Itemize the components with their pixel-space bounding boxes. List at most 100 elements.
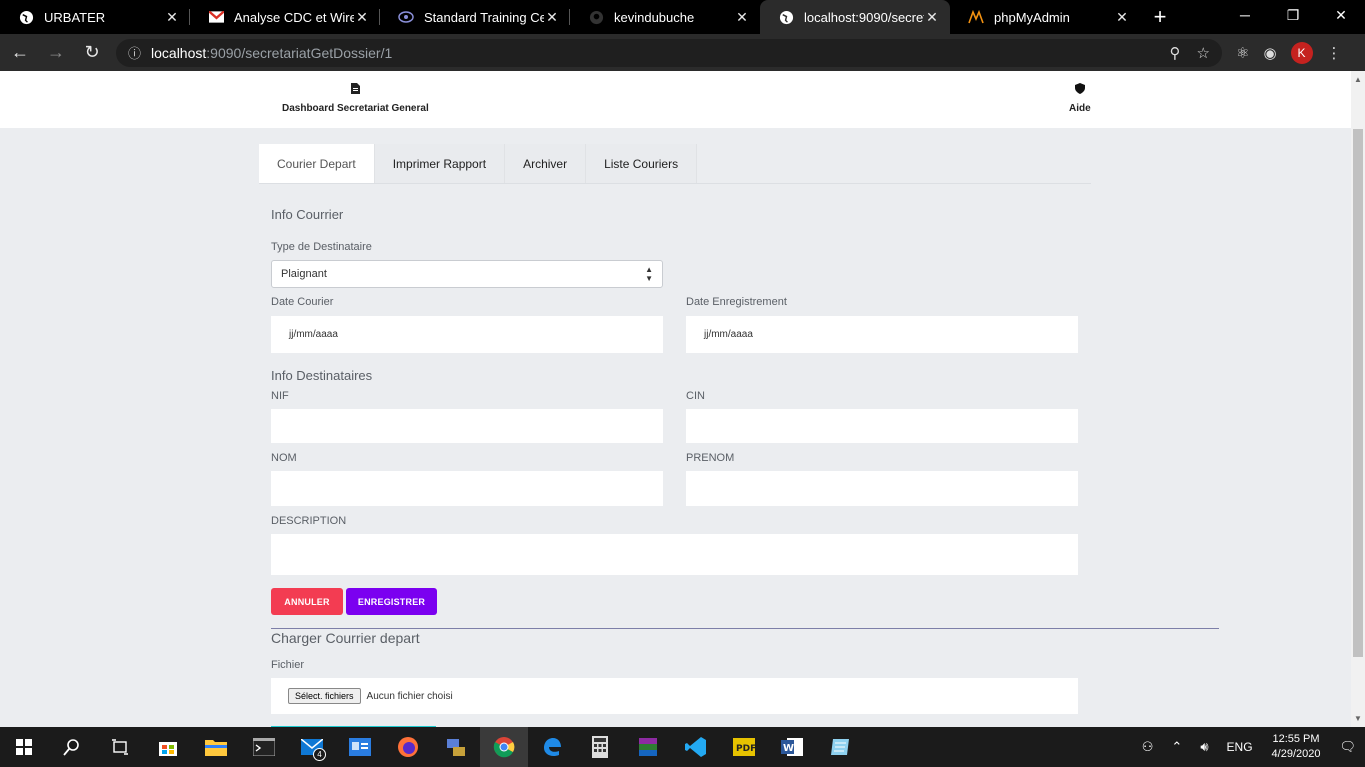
people-icon[interactable]: ⚇ — [1142, 739, 1154, 755]
select-arrows-icon: ▲ ▼ — [645, 265, 653, 283]
address-bar[interactable]: ⓘ localhost:9090/secretariatGetDossier/1… — [116, 38, 1222, 67]
site-info-icon[interactable]: ⓘ — [128, 43, 141, 62]
prenom-input[interactable] — [686, 471, 1078, 506]
description-label: DESCRIPTION — [271, 515, 347, 527]
chrome-icon[interactable] — [480, 727, 528, 767]
close-icon[interactable]: ✕ — [734, 9, 750, 26]
mail-icon[interactable]: 4 — [288, 727, 336, 767]
extensions-area: ⚛ ◉ K ⋮ — [1236, 41, 1342, 64]
browser-tab-phpmyadmin[interactable]: phpMyAdmin ✕ — [950, 0, 1140, 34]
phpmyadmin-icon — [968, 9, 984, 25]
svg-text:W: W — [783, 743, 794, 754]
nom-label: NOM — [271, 452, 297, 464]
page-scrollbar[interactable]: ▲ ▼ — [1351, 71, 1365, 727]
notepad-app-icon[interactable] — [816, 727, 864, 767]
tab-liste-couriers[interactable]: Liste Couriers — [586, 144, 698, 184]
tab-title: localhost:9090/secretar — [804, 9, 924, 25]
back-icon[interactable]: ← — [4, 37, 36, 69]
language-indicator[interactable]: ENG — [1227, 740, 1253, 754]
nif-input[interactable] — [271, 409, 663, 443]
windows-start-icon[interactable] — [0, 727, 48, 767]
browser-toolbar: ← → ↻ ⓘ localhost:9090/secretariatGetDos… — [0, 34, 1365, 71]
forward-icon[interactable]: → — [40, 37, 72, 69]
edge-icon[interactable] — [528, 727, 576, 767]
calculator-icon[interactable] — [576, 727, 624, 767]
nav-dashboard[interactable]: Dashboard Secretariat General — [282, 83, 429, 114]
clock[interactable]: 12:55 PM 4/29/2020 — [1272, 732, 1321, 762]
save-button[interactable]: ENREGISTRER — [346, 588, 437, 615]
contacts-app-icon[interactable] — [336, 727, 384, 767]
pdf-app-icon[interactable]: PDF — [720, 727, 768, 767]
cancel-button[interactable]: ANNULER — [271, 588, 343, 615]
nav-dashboard-label: Dashboard Secretariat General — [282, 103, 429, 114]
minimize-icon[interactable]: ─ — [1221, 0, 1269, 30]
nom-input[interactable] — [271, 471, 663, 506]
volume-icon[interactable]: 🔊︎ — [1200, 739, 1208, 755]
file-label: Fichier — [271, 659, 305, 671]
url-path: :9090/secretariatGetDossier/1 — [206, 44, 393, 61]
scroll-down-icon[interactable]: ▼ — [1354, 714, 1362, 723]
vscode-icon[interactable] — [672, 727, 720, 767]
section-info-destinataires: Info Destinataires — [271, 368, 373, 383]
react-devtools-icon[interactable]: ⚛ — [1236, 44, 1249, 62]
browser-tab-urbater[interactable]: URBATER ✕ — [0, 0, 190, 34]
browser-tab-gmail[interactable]: Analyse CDC et Wirefra ✕ — [190, 0, 380, 34]
close-window-icon[interactable]: ✕ — [1317, 0, 1365, 30]
file-explorer-icon[interactable] — [192, 727, 240, 767]
close-icon[interactable]: ✕ — [544, 9, 560, 26]
profile-avatar[interactable]: K — [1290, 41, 1313, 64]
file-status: Aucun fichier choisi — [366, 690, 453, 702]
restore-icon[interactable]: ❐ — [1269, 0, 1317, 30]
close-icon[interactable]: ✕ — [164, 9, 180, 26]
date-enregistrement-placeholder: jj/mm/aaaa — [704, 329, 753, 340]
github-icon — [588, 9, 604, 25]
notifications-icon[interactable]: 🗨︎ — [1339, 739, 1356, 755]
page-tabs: Courier Depart Imprimer Rapport Archiver… — [259, 144, 698, 184]
tab-imprimer-rapport[interactable]: Imprimer Rapport — [374, 144, 506, 184]
globe-icon — [18, 9, 34, 25]
browser-tab-localhost[interactable]: localhost:9090/secretar ✕ — [760, 0, 950, 34]
nav-help-label: Aide — [1069, 103, 1091, 114]
winrar-icon[interactable] — [624, 727, 672, 767]
extension-icon[interactable]: ◉ — [1263, 44, 1276, 62]
date-enregistrement-input[interactable]: jj/mm/aaaa — [686, 316, 1078, 353]
bookmark-star-icon[interactable]: ☆ — [1197, 44, 1210, 62]
type-destinataire-value: Plaignant — [281, 268, 327, 280]
tab-title: Standard Training Cente — [424, 9, 544, 25]
date-courier-input[interactable]: jj/mm/aaaa — [271, 316, 663, 353]
tab-title: Analyse CDC et Wirefra — [234, 9, 354, 25]
firefox-icon[interactable] — [384, 727, 432, 767]
reload-icon[interactable]: ↻ — [76, 37, 108, 69]
search-icon[interactable] — [48, 727, 96, 767]
zoom-icon[interactable]: ⚲ — [1170, 44, 1181, 62]
mail-badge: 4 — [313, 748, 326, 761]
scrollbar-thumb[interactable] — [1353, 129, 1363, 657]
close-icon[interactable]: ✕ — [924, 9, 940, 26]
tab-title: kevindubuche — [614, 9, 695, 25]
file-input[interactable]: Sélect. fichiers Aucun fichier choisi — [271, 678, 1078, 714]
section-info-courrier: Info Courrier — [271, 207, 344, 222]
type-destinataire-label: Type de Destinataire — [271, 241, 372, 253]
browser-tab-training[interactable]: Standard Training Cente ✕ — [380, 0, 570, 34]
store-icon[interactable] — [144, 727, 192, 767]
description-input[interactable] — [271, 534, 1078, 575]
word-icon[interactable]: W — [768, 727, 816, 767]
scroll-up-icon[interactable]: ▲ — [1354, 75, 1362, 84]
shield-icon — [1069, 83, 1091, 97]
new-tab-button[interactable]: + — [1140, 0, 1180, 34]
nav-help[interactable]: Aide — [1069, 83, 1091, 114]
tab-archiver[interactable]: Archiver — [505, 144, 587, 184]
tray-chevron-icon[interactable]: ⌃ — [1171, 739, 1182, 755]
network-app-icon[interactable] — [432, 727, 480, 767]
type-destinataire-select[interactable]: Plaignant ▲ ▼ — [271, 260, 663, 288]
task-view-icon[interactable] — [96, 727, 144, 767]
menu-kebab-icon[interactable]: ⋮ — [1327, 44, 1342, 62]
file-select-button[interactable]: Sélect. fichiers — [288, 688, 361, 704]
browser-tab-github[interactable]: kevindubuche ✕ — [570, 0, 760, 34]
terminal-icon[interactable] — [240, 727, 288, 767]
cin-input[interactable] — [686, 409, 1078, 443]
tab-courier-depart[interactable]: Courier Depart — [259, 144, 375, 184]
close-icon[interactable]: ✕ — [354, 9, 370, 26]
globe-icon — [778, 9, 794, 25]
close-icon[interactable]: ✕ — [1114, 9, 1130, 26]
